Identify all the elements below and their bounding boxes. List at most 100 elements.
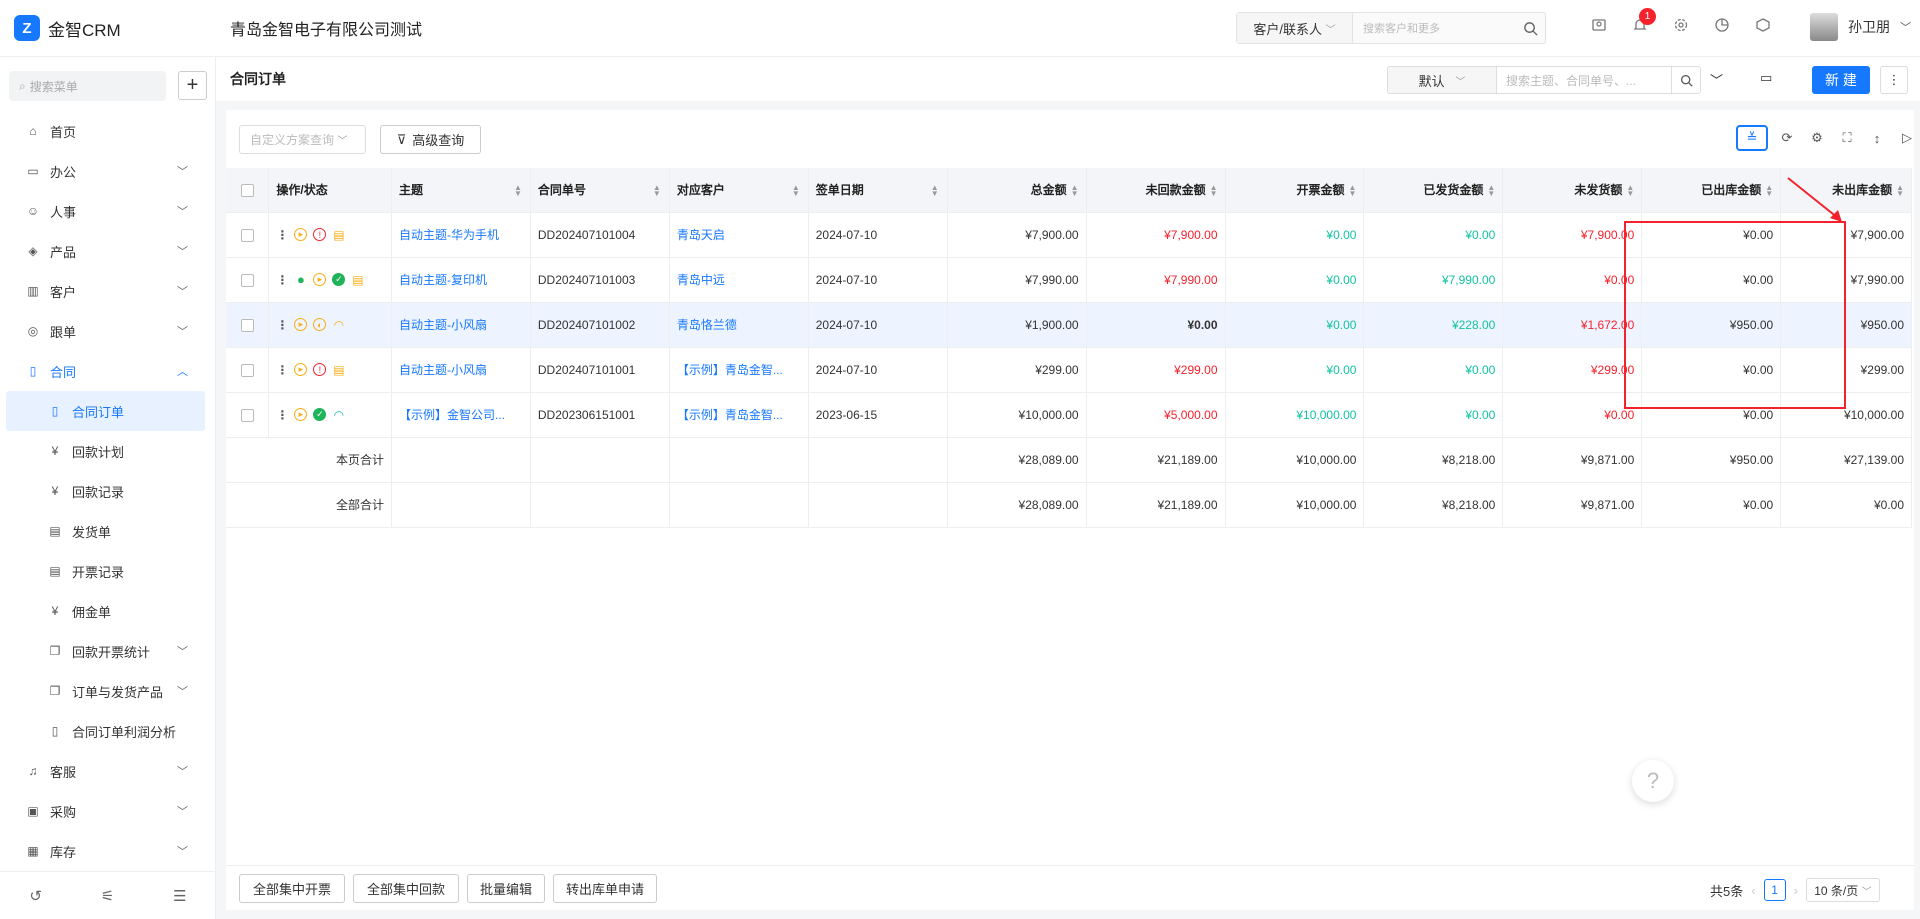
more-actions-icon[interactable]: ⋮ — [276, 228, 288, 242]
sidebar-item-home[interactable]: ⌂ 首页 — [0, 111, 216, 151]
row-subject[interactable]: 自动主题-复印机 — [391, 257, 531, 303]
search-type-select[interactable]: 客户/联系人 ﹀ — [1237, 13, 1353, 43]
row-subject[interactable]: 自动主题-小风扇 — [391, 302, 531, 348]
row-customer[interactable]: 青岛恪兰德 — [669, 302, 809, 348]
sidebar-item-tracking[interactable]: ◎ 跟单 ﹀ — [0, 311, 216, 351]
page-size-select[interactable]: 10 条/页 ﹀ — [1805, 878, 1880, 902]
sort-icon[interactable]: ▲ ▼ — [1210, 184, 1218, 198]
column-header[interactable]: 签单日期 ▲ ▼ — [808, 168, 948, 213]
table-row[interactable]: ⋮ ▸! ▤ 自动主题-小风扇 DD202407101001 【示例】青岛金智...… — [226, 347, 1912, 393]
page-number[interactable]: 1 — [1763, 879, 1786, 901]
menu-search-input[interactable]: ⌕ 搜索菜单 — [9, 71, 166, 101]
search-button[interactable] — [1671, 66, 1701, 94]
refresh-icon[interactable]: ⟳ — [1776, 127, 1798, 149]
search-icon[interactable] — [1515, 21, 1545, 36]
sidebar-item-payment-invoice-stats[interactable]: ❐ 回款开票统计 ﹀ — [0, 631, 216, 671]
sidebar-item-office[interactable]: ▭ 办公 ﹀ — [0, 151, 216, 191]
gear-icon[interactable] — [1672, 16, 1690, 34]
sidebar-item-product[interactable]: ◈ 产品 ﹀ — [0, 231, 216, 271]
sort-icon[interactable]: ▲ ▼ — [1765, 184, 1773, 198]
row-checkbox[interactable] — [226, 257, 270, 303]
column-header[interactable]: 开票金额 ▲ ▼ — [1225, 168, 1365, 213]
sidebar-item-profit-analysis[interactable]: ▯ 合同订单利润分析 — [0, 711, 216, 751]
play-icon[interactable]: ▷ — [1896, 127, 1918, 149]
next-page-icon[interactable]: › — [1794, 883, 1798, 898]
row-subject[interactable]: 【示例】金智公司... — [391, 392, 531, 438]
more-icon[interactable]: ⋮ — [1880, 66, 1908, 94]
sidebar-item-contract[interactable]: ▯ 合同 ︿ — [0, 351, 216, 391]
history-icon[interactable]: ↺ — [29, 887, 42, 905]
sort-icon[interactable]: ▲ ▼ — [1896, 184, 1904, 198]
batch-edit-button[interactable]: 批量编辑 — [467, 874, 545, 903]
column-header[interactable]: 已发货金额 ▲ ▼ — [1363, 168, 1504, 213]
pie-chart-icon[interactable] — [1713, 16, 1731, 34]
batch-payment-button[interactable]: 全部集中回款 — [353, 874, 459, 903]
filter-settings-icon[interactable]: ⚟ — [101, 887, 114, 905]
row-checkbox[interactable] — [226, 392, 270, 438]
add-menu-button[interactable]: + — [178, 71, 207, 100]
gear-icon[interactable]: ⚙ — [1806, 127, 1828, 149]
sidebar-item-payment-plan[interactable]: ¥ 回款计划 — [0, 431, 216, 471]
more-actions-icon[interactable]: ⋮ — [276, 318, 288, 332]
column-header[interactable]: 未回款金额 ▲ ▼ — [1086, 168, 1226, 213]
sort-icon[interactable]: ▲ ▼ — [1487, 184, 1495, 198]
column-header[interactable]: 对应客户 ▲ ▼ — [669, 168, 809, 213]
sidebar-item-service[interactable]: ♫ 客服 ﹀ — [0, 751, 216, 791]
row-height-icon[interactable]: ↕ — [1866, 127, 1888, 149]
sidebar-item-inventory[interactable]: ▦ 库存 ﹀ — [0, 831, 216, 871]
batch-invoice-button[interactable]: 全部集中开票 — [239, 874, 345, 903]
sort-icon[interactable]: ▲ ▼ — [931, 184, 939, 198]
fullscreen-icon[interactable]: ⛶ — [1836, 127, 1858, 149]
sort-icon[interactable]: ▲ ▼ — [514, 184, 522, 198]
row-checkbox[interactable] — [226, 212, 270, 258]
new-button[interactable]: 新 建 — [1812, 66, 1870, 94]
sort-icon[interactable]: ▲ ▼ — [1626, 184, 1634, 198]
global-search-input[interactable]: 搜索客户和更多 — [1353, 20, 1515, 36]
column-header[interactable]: 主题 ▲ ▼ — [391, 168, 531, 213]
box-icon[interactable] — [1754, 16, 1772, 34]
custom-query-select[interactable]: 自定义方案查询 ﹀ — [239, 125, 366, 154]
sidebar-item-order-products[interactable]: ❐ 订单与发货产品 ﹀ — [0, 671, 216, 711]
column-header[interactable]: 总金额 ▲ ▼ — [947, 168, 1087, 213]
outbound-request-button[interactable]: 转出库单申请 — [553, 874, 657, 903]
column-header[interactable]: 合同单号 ▲ ▼ — [530, 168, 670, 213]
more-actions-icon[interactable]: ⋮ — [276, 363, 288, 377]
sidebar-item-customer[interactable]: ▥ 客户 ﹀ — [0, 271, 216, 311]
contacts-icon[interactable] — [1590, 16, 1608, 34]
table-row[interactable]: ⋮ ▸! ▤ 自动主题-华为手机 DD202407101004 青岛天启 2024-… — [226, 212, 1912, 258]
sort-icon[interactable]: ▲ ▼ — [653, 184, 661, 198]
collapse-menu-icon[interactable]: ☰ — [173, 887, 186, 905]
view-select[interactable]: 默认 ﹀ — [1387, 66, 1497, 94]
column-header[interactable]: 已出库金额 ▲ ▼ — [1641, 168, 1782, 213]
row-subject[interactable]: 自动主题-小风扇 — [391, 347, 531, 393]
sidebar-item-contract-orders[interactable]: ▯ 合同订单 — [6, 391, 205, 431]
logo[interactable]: Z 金智CRM — [0, 15, 216, 41]
table-row[interactable]: ⋮ ▸ ◐ ◠ 自动主题-小风扇 DD202407101002 青岛恪兰德 2024-… — [226, 302, 1912, 348]
advanced-query-button[interactable]: ⊽ 高级查询 — [380, 125, 481, 154]
row-subject[interactable]: 自动主题-华为手机 — [391, 212, 531, 258]
row-checkbox[interactable] — [226, 302, 270, 348]
row-customer[interactable]: 【示例】青岛金智... — [669, 392, 809, 438]
sidebar-item-delivery[interactable]: ▤ 发货单 — [0, 511, 216, 551]
sidebar-item-invoice[interactable]: ▤ 开票记录 — [0, 551, 216, 591]
table-row[interactable]: ⋮ ▸ ✓ ◠ 【示例】金智公司... DD202306151001 【示例】青岛金智… — [226, 392, 1912, 438]
column-header[interactable]: 未出库金额 ▲ ▼ — [1780, 168, 1912, 213]
list-search-input[interactable]: 搜索主题、合同单号、... — [1496, 66, 1672, 94]
more-actions-icon[interactable]: ⋮ — [276, 408, 288, 422]
bell-icon[interactable]: 1 — [1631, 8, 1656, 34]
sidebar-item-hr[interactable]: ☺ 人事 ﹀ — [0, 191, 216, 231]
row-customer[interactable]: 青岛天启 — [669, 212, 809, 258]
row-customer[interactable]: 青岛中远 — [669, 257, 809, 303]
select-all-checkbox[interactable] — [226, 168, 270, 213]
sidebar-item-payment-record[interactable]: ¥ 回款记录 — [0, 471, 216, 511]
sort-icon[interactable]: ▲ ▼ — [1071, 184, 1079, 198]
sort-icon[interactable]: ▲ ▼ — [1349, 184, 1357, 198]
sidebar-item-purchase[interactable]: ▣ 采购 ﹀ — [0, 791, 216, 831]
expand-all-icon[interactable]: ≚ — [1736, 125, 1768, 151]
sort-icon[interactable]: ▲ ▼ — [792, 184, 800, 198]
monitor-icon[interactable]: ▭ — [1760, 70, 1772, 86]
prev-page-icon[interactable]: ‹ — [1751, 883, 1755, 898]
chevron-down-icon[interactable]: ﹀ — [1710, 70, 1723, 89]
help-icon[interactable]: ? — [1632, 760, 1674, 802]
more-actions-icon[interactable]: ⋮ — [276, 273, 288, 287]
